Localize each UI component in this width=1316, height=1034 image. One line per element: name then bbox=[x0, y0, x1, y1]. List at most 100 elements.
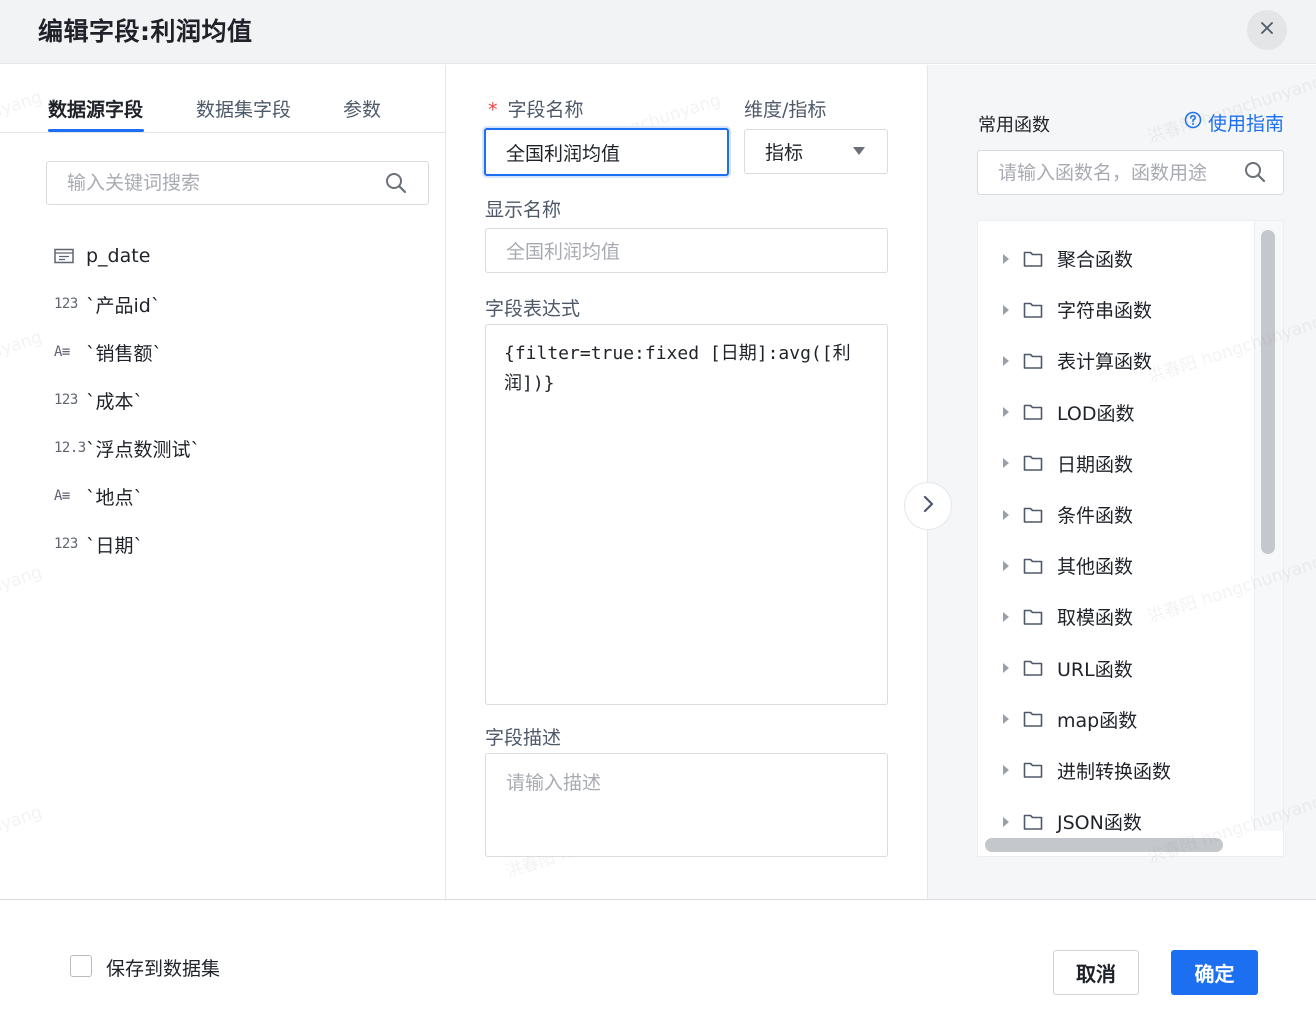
active-tab-indicator bbox=[48, 129, 144, 132]
field-item-p-date[interactable]: p_date bbox=[54, 232, 200, 280]
field-name: `浮点数测试` bbox=[86, 438, 201, 461]
function-search bbox=[977, 150, 1284, 195]
function-category-item[interactable]: LOD函数 bbox=[978, 387, 1254, 438]
function-category-item[interactable]: 聚合函数 bbox=[978, 233, 1254, 284]
function-category-item[interactable]: 表计算函数 bbox=[978, 335, 1254, 386]
field-search-input[interactable] bbox=[47, 162, 377, 204]
folder-icon bbox=[1023, 608, 1043, 626]
expression-editor[interactable]: {filter=true:fixed [日期]:avg([利润])} bbox=[485, 324, 888, 705]
caret-right-icon[interactable] bbox=[1003, 714, 1009, 725]
help-circle-icon bbox=[1184, 111, 1202, 134]
caret-right-icon[interactable] bbox=[1003, 611, 1009, 622]
field-item-date[interactable]: 123 `日期` bbox=[54, 520, 200, 568]
field-item-product-id[interactable]: 123 `产品id` bbox=[54, 280, 200, 328]
description-textarea[interactable]: 请输入描述 bbox=[485, 753, 888, 857]
function-category-label: 进制转换函数 bbox=[1057, 760, 1172, 783]
number-icon: 123 bbox=[54, 536, 78, 552]
function-category-label: 日期函数 bbox=[1057, 453, 1134, 476]
field-source-panel: nyang nyang nyang nyang 数据源字段 数据集字段 参数 p… bbox=[0, 65, 446, 899]
field-name-input[interactable]: 全国利润均值 bbox=[484, 128, 729, 176]
tab-parameters[interactable]: 参数 bbox=[343, 95, 381, 122]
usage-guide-label: 使用指南 bbox=[1208, 113, 1285, 135]
function-category-list: 聚合函数字符串函数表计算函数 LOD函数日期函数条件函数其他函数取模函数 URL函数… bbox=[978, 233, 1254, 847]
caret-right-icon[interactable] bbox=[1003, 253, 1009, 264]
field-item-location[interactable]: A≡ `地点` bbox=[54, 472, 200, 520]
function-category-label: 聚合函数 bbox=[1057, 249, 1134, 272]
search-icon[interactable] bbox=[384, 171, 408, 199]
display-name-input[interactable]: 全国利润均值 bbox=[485, 228, 888, 273]
folder-icon bbox=[1023, 250, 1043, 268]
field-item-sales[interactable]: A≡ `销售额` bbox=[54, 328, 200, 376]
text-icon: A≡ bbox=[54, 488, 70, 504]
field-search bbox=[46, 161, 429, 205]
close-icon bbox=[1259, 20, 1275, 40]
search-icon[interactable] bbox=[1243, 160, 1267, 188]
function-panel: 常用函数 使用指南 聚合函数字符串函数表计算函数 LOD函数日期函数条件函数其他函… bbox=[927, 65, 1316, 899]
save-to-dataset-checkbox[interactable] bbox=[70, 955, 92, 977]
tab-datasource-fields[interactable]: 数据源字段 bbox=[48, 95, 143, 122]
caret-right-icon[interactable] bbox=[1003, 458, 1009, 469]
display-name-label: 显示名称 bbox=[485, 199, 562, 221]
caret-right-icon[interactable] bbox=[1003, 304, 1009, 315]
function-category-label: 表计算函数 bbox=[1057, 351, 1153, 374]
tab-dataset-fields[interactable]: 数据集字段 bbox=[196, 95, 291, 122]
dimension-label: 维度/指标 bbox=[744, 99, 827, 121]
function-category-item[interactable]: map函数 bbox=[978, 694, 1254, 745]
field-item-cost[interactable]: 123 `成本` bbox=[54, 376, 200, 424]
close-button[interactable] bbox=[1247, 10, 1287, 50]
caret-right-icon[interactable] bbox=[1003, 560, 1009, 571]
dimension-select[interactable]: 指标 bbox=[744, 129, 888, 174]
function-category-item[interactable]: 进制转换函数 bbox=[978, 745, 1254, 796]
folder-icon bbox=[1023, 761, 1043, 779]
toggle-function-panel-button[interactable] bbox=[904, 482, 952, 530]
number-icon: 123 bbox=[54, 392, 78, 408]
display-name-placeholder: 全国利润均值 bbox=[506, 241, 621, 263]
function-category-item[interactable]: 日期函数 bbox=[978, 438, 1254, 489]
required-mark: * bbox=[488, 99, 498, 121]
save-to-dataset-label[interactable]: 保存到数据集 bbox=[106, 954, 220, 981]
function-category-label: 取模函数 bbox=[1057, 607, 1134, 630]
folder-icon bbox=[1023, 659, 1043, 677]
description-label: 字段描述 bbox=[485, 727, 562, 749]
confirm-button[interactable]: 确定 bbox=[1171, 950, 1258, 995]
dialog-title: 编辑字段:利润均值 bbox=[38, 17, 253, 46]
function-category-label: 字符串函数 bbox=[1057, 300, 1153, 323]
function-search-input[interactable] bbox=[978, 151, 1238, 194]
field-list: p_date 123 `产品id` A≡ `销售额` 123 `成本` 12.3… bbox=[54, 232, 200, 568]
folder-icon bbox=[1023, 403, 1043, 421]
folder-icon bbox=[1023, 301, 1043, 319]
expression-label: 字段表达式 bbox=[485, 298, 581, 320]
caret-right-icon[interactable] bbox=[1003, 509, 1009, 520]
functions-title: 常用函数 bbox=[978, 115, 1050, 136]
function-category-item[interactable]: 条件函数 bbox=[978, 489, 1254, 540]
dimension-select-value: 指标 bbox=[765, 142, 804, 164]
function-category-item[interactable]: 取模函数 bbox=[978, 591, 1254, 642]
vertical-scrollbar[interactable] bbox=[1261, 230, 1275, 554]
usage-guide-link[interactable]: 使用指南 bbox=[1184, 109, 1284, 136]
folder-icon bbox=[1023, 506, 1043, 524]
field-name: `地点` bbox=[86, 486, 144, 509]
folder-icon bbox=[1023, 813, 1043, 831]
field-item-float-test[interactable]: 12.3 `浮点数测试` bbox=[54, 424, 200, 472]
caret-right-icon[interactable] bbox=[1003, 355, 1009, 366]
function-category-label: 条件函数 bbox=[1057, 505, 1134, 528]
folder-icon bbox=[1023, 710, 1043, 728]
field-name: `成本` bbox=[86, 390, 144, 413]
field-name: `日期` bbox=[86, 534, 144, 557]
folder-icon bbox=[1023, 557, 1043, 575]
chevron-right-icon bbox=[921, 494, 935, 518]
caret-right-icon[interactable] bbox=[1003, 663, 1009, 674]
field-edit-form: 洪春阳 hongchunyang 洪春阳 hongchunyang 洪春阳 ho… bbox=[446, 65, 927, 899]
function-category-item[interactable]: 其他函数 bbox=[978, 540, 1254, 591]
field-name-label: * 字段名称 bbox=[488, 99, 584, 121]
caret-right-icon[interactable] bbox=[1003, 407, 1009, 418]
decimal-icon: 12.3 bbox=[54, 440, 86, 456]
caret-right-icon[interactable] bbox=[1003, 765, 1009, 776]
function-category-label: 其他函数 bbox=[1057, 556, 1134, 579]
caret-right-icon[interactable] bbox=[1003, 816, 1009, 827]
horizontal-scrollbar[interactable] bbox=[985, 838, 1223, 852]
function-category-item[interactable]: 字符串函数 bbox=[978, 284, 1254, 335]
source-tabs: 数据源字段 数据集字段 参数 bbox=[0, 65, 445, 133]
cancel-button[interactable]: 取消 bbox=[1053, 950, 1139, 995]
function-category-item[interactable]: URL函数 bbox=[978, 643, 1254, 694]
